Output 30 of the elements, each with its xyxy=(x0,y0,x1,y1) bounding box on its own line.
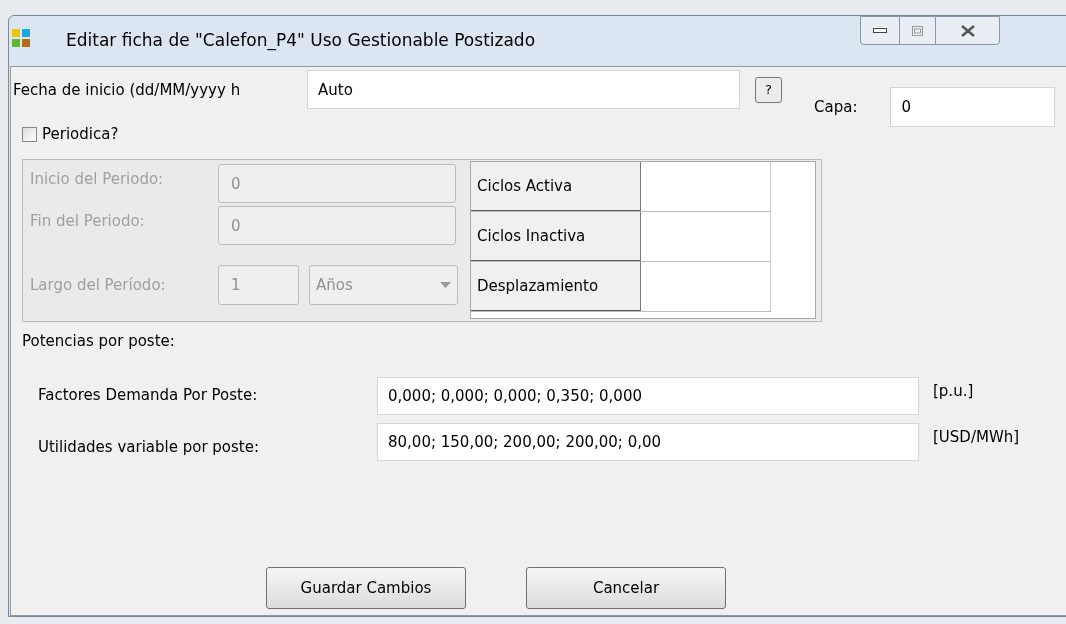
date-input-field[interactable]: Auto xyxy=(307,70,740,109)
layer-input-field[interactable]: 0 xyxy=(890,87,1056,127)
minimize-icon xyxy=(873,28,887,33)
close-button[interactable] xyxy=(935,16,1000,45)
close-icon xyxy=(960,24,975,37)
app-icon xyxy=(12,29,30,47)
field-label: Fin del Periodo: xyxy=(30,211,146,233)
checkbox-label: Periodica? xyxy=(42,123,119,145)
field-label: Largo del Período: xyxy=(30,274,167,296)
field-label: Factores Demanda Por Poste: xyxy=(38,385,259,407)
dropdown-arrow-icon xyxy=(440,282,451,288)
field-label: Inicio del Periodo: xyxy=(30,169,165,191)
values-input-field[interactable]: 80,00; 150,00; 200,00; 200,00; 0,00 xyxy=(377,422,919,461)
periodic-checkbox[interactable] xyxy=(22,126,37,142)
section-label: Potencias por poste: xyxy=(22,331,176,352)
cancel-button[interactable]: Cancelar xyxy=(526,567,726,609)
field-label: Utilidades variable por poste: xyxy=(38,437,260,459)
save-button[interactable]: Guardar Cambios xyxy=(266,567,466,609)
field-label: Capa: xyxy=(814,97,858,118)
row-header: Ciclos Activa xyxy=(471,162,641,211)
row-header: Ciclos Inactiva xyxy=(471,212,641,261)
minimize-button[interactable] xyxy=(860,16,900,45)
unit-label: [USD/MWh] xyxy=(933,427,1020,449)
field-label: Fecha de inicio (dd/MM/yyyy h xyxy=(13,80,242,101)
values-input-field[interactable]: 0,000; 0,000; 0,000; 0,350; 0,000 xyxy=(377,376,919,415)
help-button[interactable]: ? xyxy=(755,77,782,103)
row-header: Desplazamiento xyxy=(471,262,641,311)
unit-label: [p.u.] xyxy=(933,381,974,403)
maximize-icon xyxy=(912,25,923,36)
window-title: Editar ficha de "Calefon_P4" Uso Gestionable Postizado xyxy=(66,29,536,53)
